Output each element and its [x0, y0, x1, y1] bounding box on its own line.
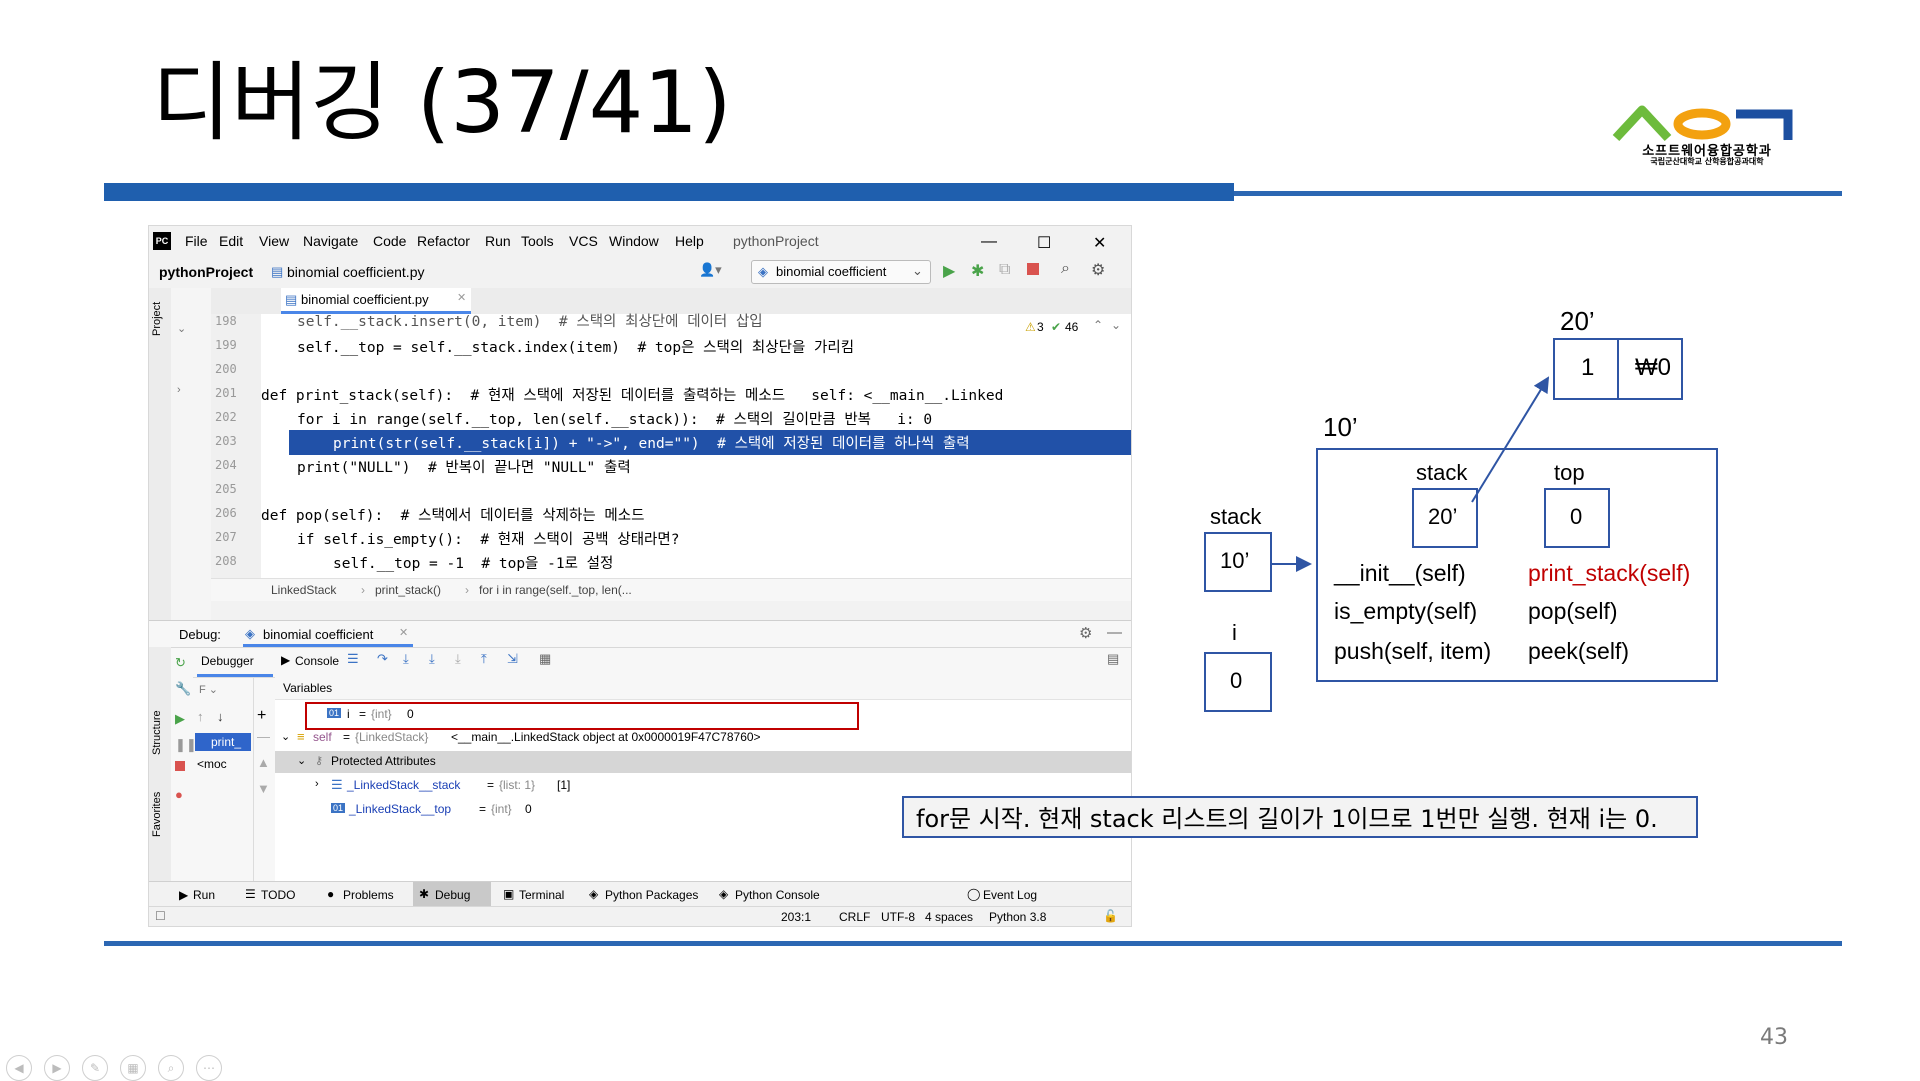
object-to-node-arrow: [1471, 376, 1550, 503]
pointer-arrows: [1270, 376, 1550, 572]
explanation-caption: for문 시작. 현재 stack 리스트의 길이가 1이므로 1번만 실행. …: [902, 796, 1698, 838]
